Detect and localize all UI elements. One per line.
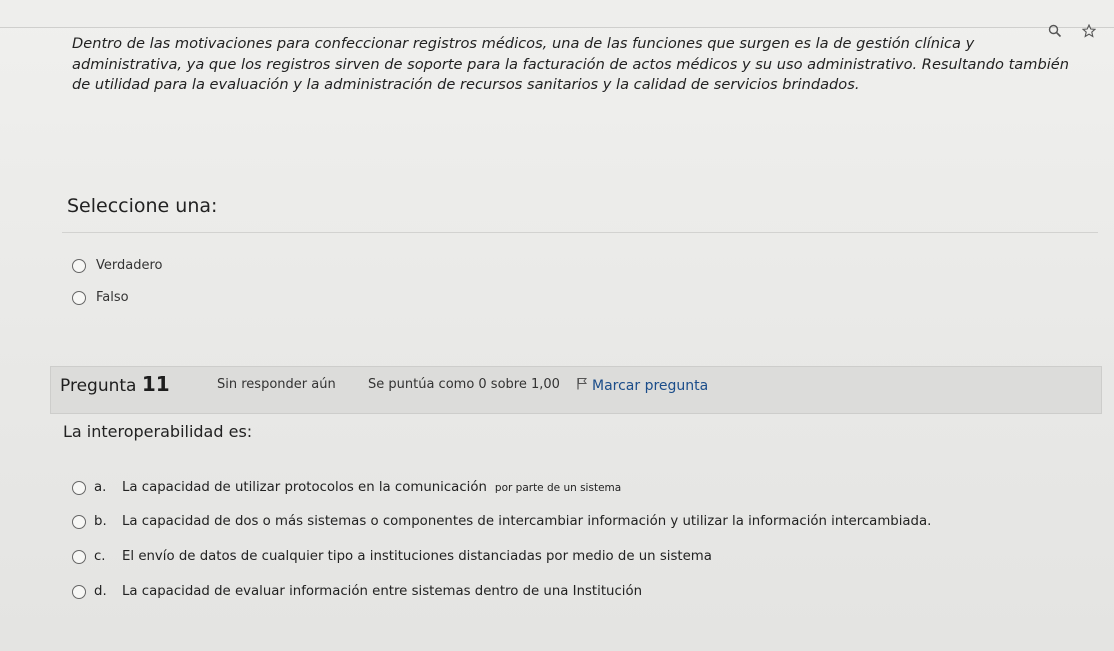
flag-icon	[577, 377, 588, 394]
option-text: El envío de datos de cualquier tipo a in…	[122, 549, 712, 564]
divider	[62, 232, 1098, 233]
option-a[interactable]: a. La capacidad de utilizar protocolos e…	[72, 480, 621, 495]
option-text: La capacidad de dos o más sistemas o com…	[122, 514, 932, 529]
option-c[interactable]: c. El envío de datos de cualquier tipo a…	[72, 549, 712, 564]
option-text-tail: por parte de un sistema	[494, 481, 622, 494]
question-title: Pregunta 11	[60, 372, 170, 396]
option-letter: c.	[94, 549, 106, 564]
option-b[interactable]: b. La capacidad de dos o más sistemas o …	[72, 514, 931, 529]
flag-question-link[interactable]: Marcar pregunta	[577, 377, 708, 394]
question-prompt: La interoperabilidad es:	[63, 422, 253, 441]
option-verdadero[interactable]: Verdadero	[72, 258, 162, 273]
browser-toolbar	[0, 0, 1114, 28]
question-status: Sin responder aún	[217, 377, 336, 392]
select-label: Seleccione una:	[67, 195, 218, 217]
option-letter: a.	[94, 480, 107, 495]
option-label: Verdadero	[96, 258, 163, 273]
flag-label: Marcar pregunta	[592, 377, 709, 394]
radio-button[interactable]	[72, 549, 86, 564]
question-text: Dentro de las motivaciones para confecci…	[72, 35, 1069, 93]
radio-button[interactable]	[72, 290, 86, 305]
option-text: La capacidad de utilizar protocolos en l…	[122, 480, 487, 495]
option-label: Falso	[96, 290, 129, 305]
radio-button[interactable]	[72, 514, 86, 529]
option-falso[interactable]: Falso	[72, 290, 129, 305]
option-text: La capacidad de evaluar información entr…	[122, 584, 643, 599]
question-score: Se puntúa como 0 sobre 1,00	[368, 377, 560, 392]
quiz-page: Dentro de las motivaciones para confecci…	[0, 0, 1114, 651]
question-info-bar: Pregunta 11 Sin responder aún Se puntúa …	[50, 366, 1102, 414]
question-number: 11	[141, 372, 170, 396]
radio-button[interactable]	[72, 480, 86, 495]
question-label: Pregunta	[60, 376, 137, 396]
option-letter: b.	[94, 514, 107, 529]
option-letter: d.	[94, 584, 107, 599]
radio-button[interactable]	[72, 584, 86, 599]
radio-button[interactable]	[72, 258, 86, 273]
star-icon[interactable]	[1082, 24, 1096, 38]
option-d[interactable]: d. La capacidad de evaluar información e…	[72, 584, 642, 599]
